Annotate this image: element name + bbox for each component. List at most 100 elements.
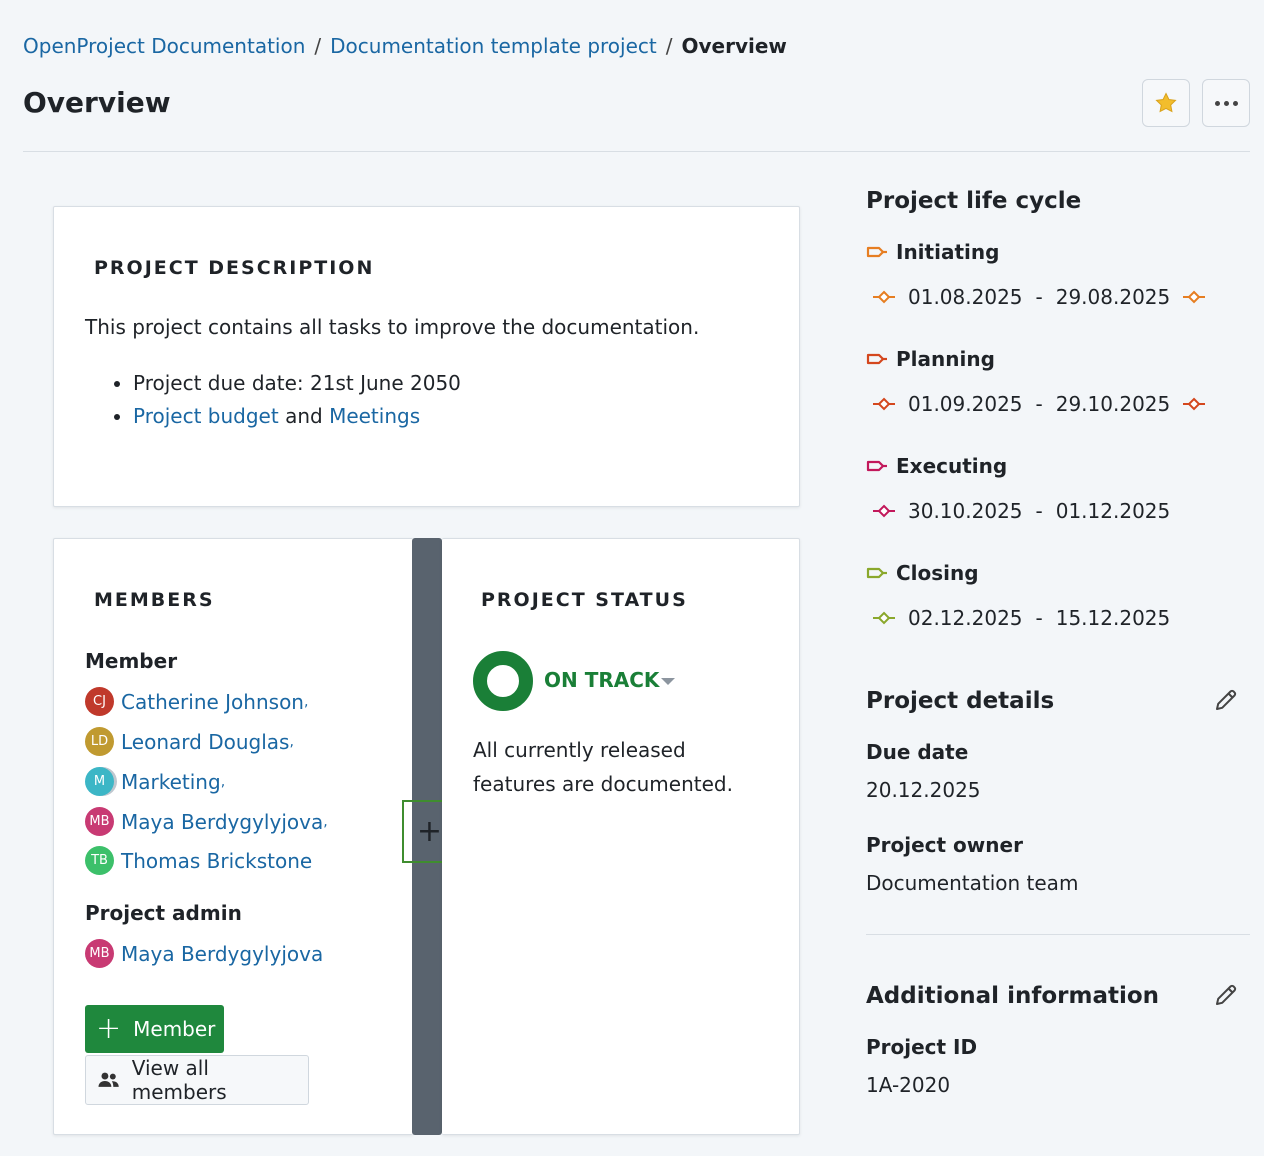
phase-start-date: 01.09.2025 (908, 392, 1023, 416)
member-name[interactable]: Catherine Johnson (121, 690, 304, 714)
view-all-members-label: View all members (131, 1056, 227, 1104)
due-date-value: 20.12.2025 (866, 778, 981, 802)
widget-title: PROJECT STATUS (481, 589, 688, 611)
plus-icon: + (96, 1011, 122, 1046)
breadcrumb: OpenProject Documentation / Documentation … (23, 34, 787, 58)
avatar: CJ (85, 687, 114, 716)
member-item[interactable]: MB Maya Berdygylyjova (85, 939, 323, 968)
phase-end-date: 01.12.2025 (1055, 499, 1171, 523)
member-item[interactable]: MB Maya Berdygylyjova, (85, 807, 328, 836)
chevron-down-icon[interactable] (661, 678, 675, 685)
header-divider (23, 151, 1250, 152)
date-separator: - (1035, 285, 1043, 309)
avatar: M (85, 767, 114, 796)
project-id-label: Project ID (866, 1035, 978, 1059)
avatar: MB (85, 807, 114, 836)
project-description-widget: PROJECT DESCRIPTION This project contain… (53, 206, 800, 507)
separator: , (220, 773, 226, 790)
breadcrumb-item-openproject-documentation[interactable]: OpenProject Documentation (23, 34, 305, 58)
phase-gate-icon (1183, 397, 1206, 411)
member-name[interactable]: Maya Berdygylyjova (121, 942, 323, 966)
avatar: LD (85, 727, 114, 756)
project-status-widget: PROJECT STATUS ON TRACK All currently re… (442, 538, 800, 1135)
project-owner-value: Documentation team (866, 871, 1079, 895)
avatar: TB (85, 846, 114, 875)
member-item[interactable]: M Marketing, (85, 767, 225, 796)
view-all-members-button[interactable]: View all members (85, 1055, 309, 1105)
list-item: Project due date: 21st June 2050 (133, 367, 461, 400)
additional-information-title: Additional information (866, 983, 1160, 1009)
phase-name: Closing (866, 561, 979, 585)
member-name[interactable]: Thomas Brickstone (121, 849, 312, 873)
phase-label: Closing (896, 561, 979, 585)
project-budget-link[interactable]: Project budget (133, 404, 279, 428)
phase-gate-icon (873, 504, 895, 518)
phase-dates: 30.10.2025-01.12.2025 (872, 499, 1170, 523)
breadcrumb-current: Overview (681, 34, 787, 58)
plus-icon: + (416, 813, 443, 849)
list-item: Project budget and Meetings (133, 400, 461, 433)
phase-name: Executing (866, 454, 1007, 478)
member-item[interactable]: LD Leonard Douglas, (85, 727, 294, 756)
member-item[interactable]: CJ Catherine Johnson, (85, 687, 308, 716)
meetings-link[interactable]: Meetings (329, 404, 420, 428)
members-widget: MEMBERS Member CJ Catherine Johnson, LD … (53, 538, 413, 1135)
phase-end-date: 15.12.2025 (1055, 606, 1171, 630)
phase-gate-icon (873, 397, 895, 411)
description-text: This project contains all tasks to impro… (85, 315, 700, 339)
phase-end-date: 29.10.2025 (1055, 392, 1171, 416)
widget-title: PROJECT DESCRIPTION (94, 257, 375, 279)
phase-icon (866, 353, 887, 365)
phase-gate-icon (873, 611, 895, 625)
phase-gate-icon (873, 290, 895, 304)
phase-gate-icon (1183, 290, 1206, 304)
phase-dates: 02.12.2025-15.12.2025 (872, 606, 1170, 630)
breadcrumb-separator: / (314, 34, 322, 58)
phase-label: Executing (896, 454, 1008, 478)
pencil-icon[interactable] (1213, 687, 1239, 713)
life-cycle-title: Project life cycle (866, 188, 1082, 214)
phase-name: Initiating (866, 240, 999, 264)
member-name[interactable]: Leonard Douglas (121, 730, 289, 754)
phase-dates: 01.08.2025-29.08.2025 (872, 285, 1206, 309)
breadcrumb-separator: / (665, 34, 673, 58)
project-id-value: 1A-2020 (866, 1073, 951, 1097)
users-icon (98, 1072, 119, 1087)
role-label-member: Member (85, 649, 178, 673)
due-date-label: Due date (866, 740, 969, 764)
status-explanation: All currently released features are docu… (473, 738, 733, 796)
due-date-text: Project due date: 21st June 2050 (133, 371, 461, 395)
breadcrumb-item-documentation-template-project[interactable]: Documentation template project (330, 34, 657, 58)
description-list: Project due date: 21st June 2050 Project… (133, 367, 461, 433)
more-icon (1214, 100, 1238, 106)
separator: , (289, 733, 294, 750)
pencil-icon[interactable] (1213, 982, 1239, 1008)
phase-label: Planning (896, 347, 995, 371)
date-separator: - (1035, 606, 1043, 630)
status-indicator-icon (473, 651, 533, 711)
project-owner-label: Project owner (866, 833, 1023, 857)
phase-label: Initiating (896, 240, 1000, 264)
phase-start-date: 30.10.2025 (908, 499, 1023, 523)
favorite-button[interactable] (1142, 79, 1190, 127)
add-member-label: Member (133, 1017, 216, 1041)
phase-dates: 01.09.2025-29.10.2025 (872, 392, 1206, 416)
member-name[interactable]: Marketing (121, 770, 221, 794)
separator: , (323, 813, 328, 830)
add-member-button[interactable]: + Member (85, 1005, 224, 1053)
member-item[interactable]: TB Thomas Brickstone (85, 846, 312, 875)
widget-title: MEMBERS (94, 589, 215, 611)
star-icon (1155, 92, 1177, 113)
page-title: Overview (23, 86, 171, 119)
avatar: MB (85, 939, 114, 968)
date-separator: - (1035, 392, 1043, 416)
phase-start-date: 02.12.2025 (908, 606, 1023, 630)
more-actions-button[interactable] (1202, 79, 1250, 127)
member-name[interactable]: Maya Berdygylyjova (121, 810, 323, 834)
phase-end-date: 29.08.2025 (1055, 285, 1171, 309)
phase-icon (866, 567, 887, 579)
phase-icon (866, 246, 887, 258)
status-dropdown[interactable]: ON TRACK (544, 668, 659, 692)
section-divider (866, 934, 1250, 935)
date-separator: - (1035, 499, 1043, 523)
